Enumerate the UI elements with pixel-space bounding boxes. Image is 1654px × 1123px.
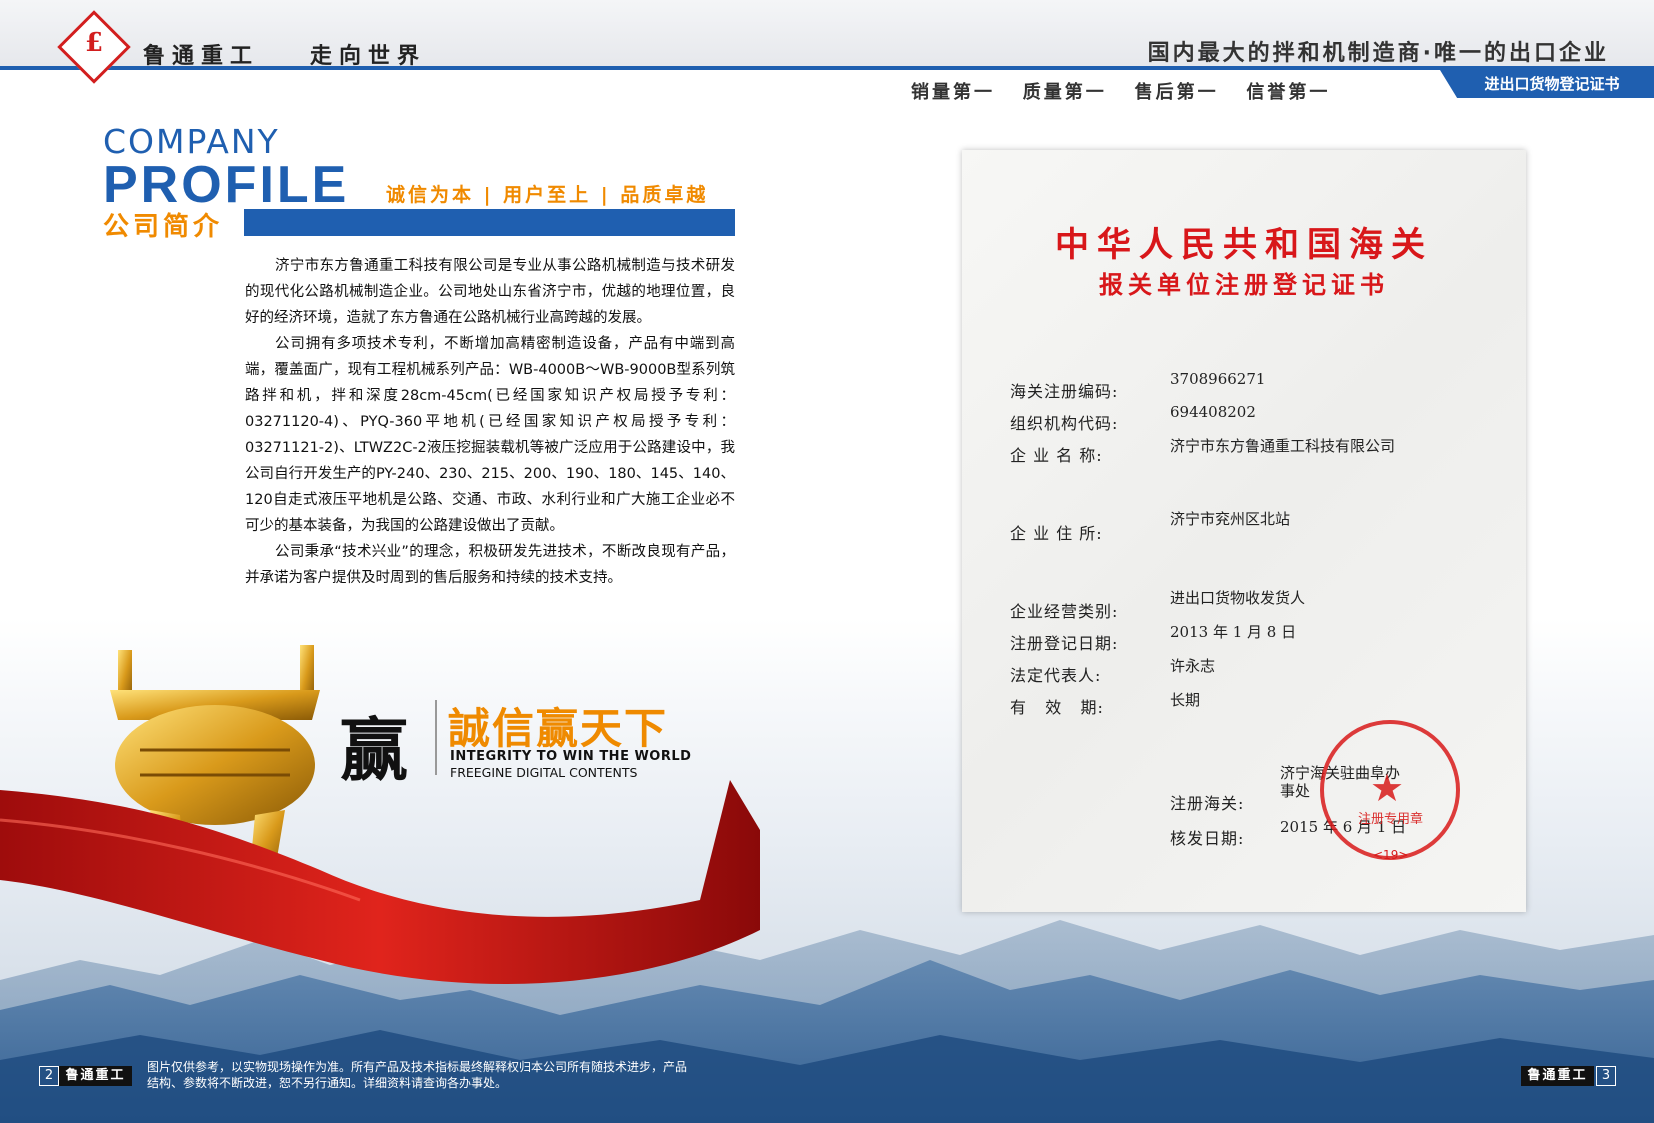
cert-value-validity: 长期 — [1170, 691, 1201, 709]
ding-ribbon-illustration — [0, 645, 760, 984]
profile-motto: 诚信为本 | 用户至上 | 品质卓越 — [386, 184, 709, 206]
cert-label-customs-code: 海关注册编码: — [1010, 382, 1119, 401]
section-tag: 进出口货物登记证书 — [1440, 70, 1654, 98]
page-number-left: 2 — [39, 1066, 59, 1086]
cert-label-org-code: 组织机构代码: — [1010, 414, 1119, 433]
sub-slogan: 销量第一 质量第一 售后第一 信誉第一 — [911, 82, 1331, 103]
cert-label-validity: 有 效 期: — [1010, 698, 1104, 717]
paragraph-3: 公司秉承“技术兴业”的理念，积极研发先进技术，不断改良现有产品，并承诺为客户提供… — [245, 544, 735, 586]
cert-value-reg-date: 2013 年 1 月 8 日 — [1170, 623, 1297, 641]
cert-label-legal-rep: 法定代表人: — [1010, 666, 1102, 685]
paragraph-1: 济宁市东方鲁通重工科技有限公司是专业从事公路机械制造与技术研发的现代化公路机械制… — [245, 258, 735, 326]
slogan-en-2: FREEGINE DIGITAL CONTENTS — [450, 765, 638, 780]
cert-label-company-name: 企 业 名 称: — [1010, 446, 1103, 465]
certificate-title: 中华人民共和国海关 — [1055, 225, 1433, 265]
cert-label-reg-date: 注册登记日期: — [1010, 634, 1119, 653]
seal-text: 注册专用章 — [1358, 812, 1424, 827]
paragraph-2: 公司拥有多项技术专利，不断增加高精密制造设备，产品有中端到高端，覆盖面广，现有工… — [245, 336, 735, 534]
certificate-subtitle: 报关单位注册登记证书 — [1099, 270, 1389, 299]
heading-bar — [244, 209, 735, 236]
cert-label-business-type: 企业经营类别: — [1010, 602, 1119, 621]
cert-value-company-name: 济宁市东方鲁通重工科技有限公司 — [1170, 437, 1396, 455]
win-calligraphy: 赢 — [340, 711, 409, 791]
footer-brand-left: 鲁通重工 — [59, 1066, 132, 1086]
cert-value-legal-rep: 许永志 — [1170, 657, 1216, 675]
cert-value-business-type: 进出口货物收发货人 — [1170, 589, 1306, 607]
slogan-en-1: INTEGRITY TO WIN THE WORLD — [450, 749, 692, 764]
slogan-divider — [435, 700, 437, 775]
heading-cn: 公司简介 — [103, 212, 224, 242]
cert-label-reg-customs: 注册海关: — [1170, 794, 1245, 813]
footer-brand-right: 鲁通重工 — [1521, 1066, 1594, 1086]
page-number-right: 3 — [1596, 1066, 1616, 1086]
seal-star-icon: ★ — [1370, 766, 1405, 810]
brand-slogan: 走向世界 — [310, 44, 427, 69]
footer-disclaimer: 图片仅供参考，以实物现场操作为准。所有产品及技术指标最终解释权归本公司所有随技术… — [147, 1060, 688, 1090]
cert-value-org-code: 694408202 — [1170, 403, 1256, 421]
cert-label-issue-date: 核发日期: — [1170, 829, 1245, 848]
cert-value-address: 济宁市兖州区北站 — [1170, 510, 1291, 528]
brand-name: 鲁通重工 — [143, 44, 260, 69]
cert-label-address: 企 业 住 所: — [1010, 524, 1103, 543]
top-slogan: 国内最大的拌和机制造商·唯一的出口企业 — [1147, 41, 1609, 66]
seal-number: <19> — [1373, 848, 1409, 862]
cert-value-reg-customs-2: 事处 — [1280, 782, 1311, 800]
company-description: 济宁市东方鲁通重工科技有限公司是专业从事公路机械制造与技术研发的现代化公路机械制… — [245, 253, 735, 591]
slogan-title: 誠信赢天下 — [448, 704, 669, 753]
company-logo-icon: £ — [84, 28, 104, 58]
cert-value-customs-code: 3708966271 — [1170, 370, 1266, 388]
